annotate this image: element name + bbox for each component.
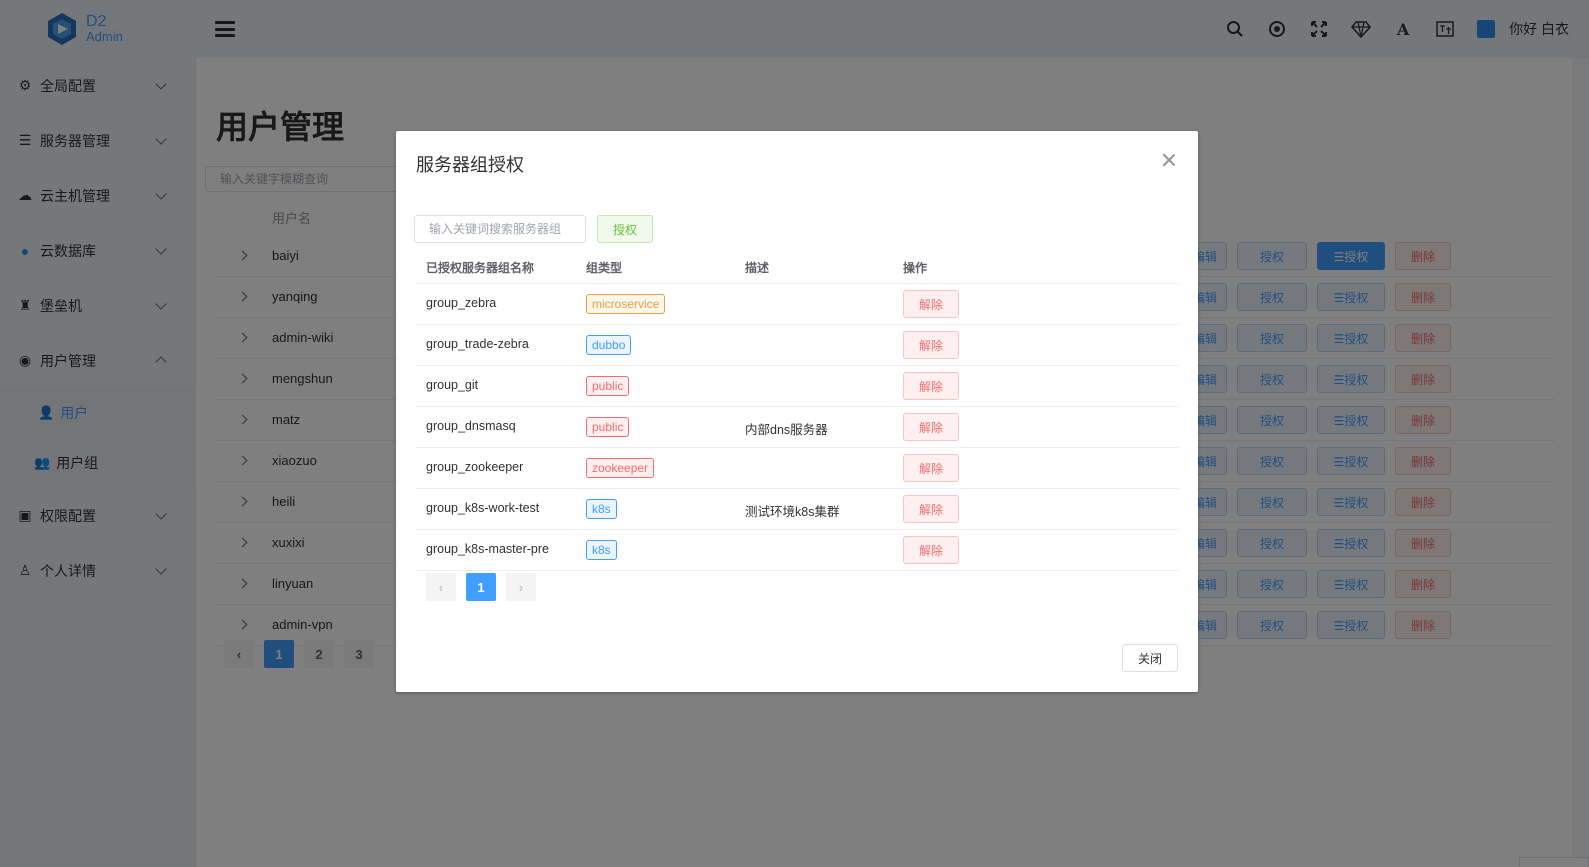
page-button[interactable]: 1 xyxy=(466,573,496,601)
table-row: group_zookeeper zookeeper 解除 xyxy=(415,448,1179,489)
revoke-button[interactable]: 解除 xyxy=(903,454,959,482)
group-name-cell: group_zookeeper xyxy=(426,460,524,474)
group-type-tag: public xyxy=(586,417,630,437)
group-name-cell: group_k8s-master-pre xyxy=(426,542,549,556)
table-row: group_dnsmasq public 内部dns服务器 解除 xyxy=(415,407,1179,448)
description-cell: 测试环境k8s集群 xyxy=(745,505,840,519)
table-row: group_zebra microservice 解除 xyxy=(415,284,1179,325)
authorized-groups-table: 已授权服务器组名称 组类型 描述 操作 group_zebra microserv… xyxy=(415,251,1179,571)
group-type-tag: zookeeper xyxy=(586,458,655,478)
group-type-tag: microservice xyxy=(586,294,666,314)
revoke-button[interactable]: 解除 xyxy=(903,331,959,359)
group-name-cell: group_dnsmasq xyxy=(426,419,516,433)
group-type-tag: dubbo xyxy=(586,335,632,355)
table-row: group_k8s-work-test k8s 测试环境k8s集群 解除 xyxy=(415,489,1179,530)
column-header-description: 描述 xyxy=(745,261,770,275)
revoke-button[interactable]: 解除 xyxy=(903,372,959,400)
description-cell: 内部dns服务器 xyxy=(745,423,828,437)
table-row: group_trade-zebra dubbo 解除 xyxy=(415,325,1179,366)
dialog-pagination: ‹ 1 › xyxy=(426,573,546,601)
group-name-cell: group_trade-zebra xyxy=(426,337,529,351)
group-type-tag: k8s xyxy=(586,499,617,519)
next-page-button[interactable]: › xyxy=(506,573,536,601)
group-type-tag: public xyxy=(586,376,630,396)
group-name-cell: group_git xyxy=(426,378,479,392)
group-name-cell: group_zebra xyxy=(426,296,497,310)
revoke-button[interactable]: 解除 xyxy=(903,290,959,318)
column-header-group-name: 已授权服务器组名称 xyxy=(426,261,535,275)
dialog-title: 服务器组授权 xyxy=(416,155,524,175)
close-icon[interactable] xyxy=(1162,153,1176,167)
table-row: group_k8s-master-pre k8s 解除 xyxy=(415,530,1179,571)
table-row: group_git public 解除 xyxy=(415,366,1179,407)
server-group-auth-dialog: 服务器组授权 输入关键词搜索服务器组 授权 已授权服务器组名称 组类型 描述 操… xyxy=(396,131,1198,692)
server-group-search-input[interactable]: 输入关键词搜索服务器组 xyxy=(414,215,586,243)
group-type-tag: k8s xyxy=(586,540,617,560)
close-dialog-button[interactable]: 关闭 xyxy=(1122,644,1178,672)
table-header: 已授权服务器组名称 组类型 描述 操作 xyxy=(415,251,1179,284)
authorize-button[interactable]: 授权 xyxy=(597,215,653,243)
revoke-button[interactable]: 解除 xyxy=(903,536,959,564)
revoke-button[interactable]: 解除 xyxy=(903,495,959,523)
group-name-cell: group_k8s-work-test xyxy=(426,501,540,515)
column-header-action: 操作 xyxy=(903,261,928,275)
column-header-group-type: 组类型 xyxy=(586,261,623,275)
prev-page-button[interactable]: ‹ xyxy=(426,573,456,601)
table-body: group_zebra microservice 解除 group_trade-zeb… xyxy=(415,284,1179,571)
revoke-button[interactable]: 解除 xyxy=(903,413,959,441)
